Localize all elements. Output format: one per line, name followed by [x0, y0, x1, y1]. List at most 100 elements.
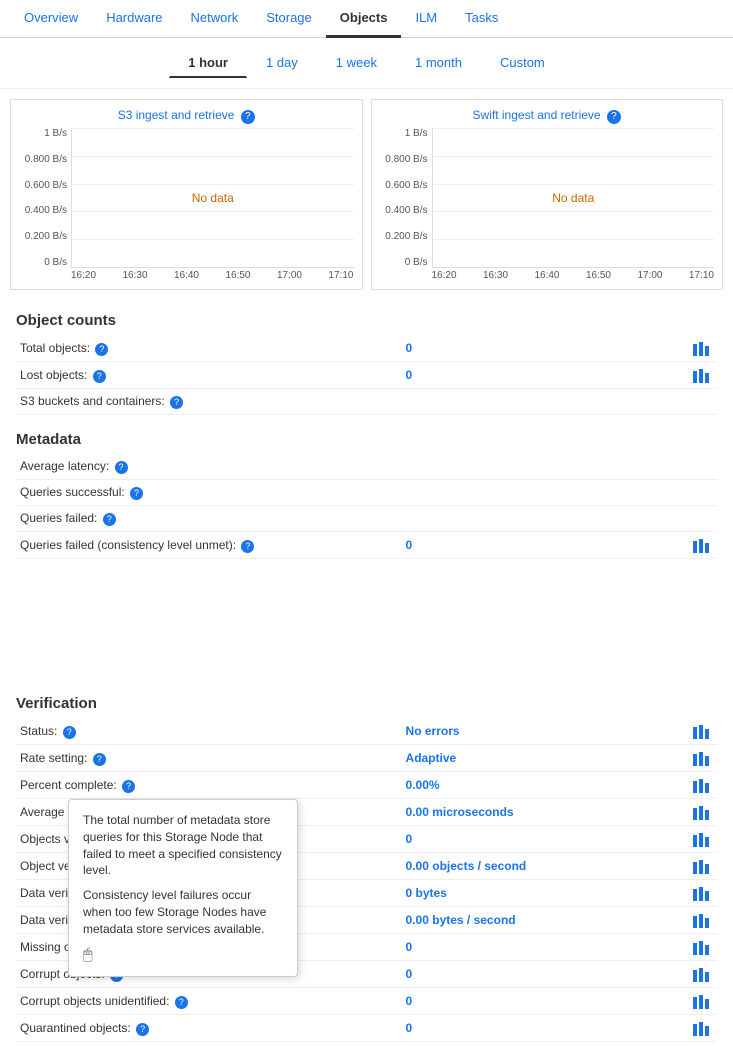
table-row: Queries failed (consistency level unmet)…	[16, 532, 717, 559]
time-range-tabs: 1 hour 1 day 1 week 1 month Custom	[0, 38, 733, 89]
object-counts-section: Object counts Total objects: ? 0 Lost ob…	[0, 300, 733, 419]
nav-network[interactable]: Network	[177, 0, 253, 38]
object-counts-table: Total objects: ? 0 Lost objects: ? 0	[16, 335, 717, 415]
queries-success-help[interactable]: ?	[130, 487, 143, 500]
avg-latency-value	[402, 454, 612, 480]
avg-stat-time-value: 0.00 microseconds	[402, 799, 612, 826]
lost-objects-label: Lost objects: ?	[16, 362, 402, 389]
tab-1day[interactable]: 1 day	[247, 48, 317, 78]
nav-tasks[interactable]: Tasks	[451, 0, 512, 38]
verification-title: Verification	[16, 695, 717, 712]
status-help[interactable]: ?	[63, 726, 76, 739]
s3-x-axis: 16:20 16:30 16:40 16:50 17:00 17:10	[19, 268, 354, 281]
percent-complete-value: 0.00%	[402, 772, 612, 799]
queries-success-value	[402, 480, 612, 506]
s3-chart: S3 ingest and retrieve ? 1 B/s 0.800 B/s…	[10, 99, 363, 290]
corrupt-objects-chart-icon[interactable]	[691, 966, 713, 982]
status-label: Status: ?	[16, 718, 402, 745]
avg-stat-time-chart-icon[interactable]	[691, 804, 713, 820]
table-row: Total objects: ? 0	[16, 335, 717, 362]
table-row: S3 buckets and containers: ?	[16, 389, 717, 415]
table-row: Queries failed: ?	[16, 506, 717, 532]
missing-objects-value: 0	[402, 934, 612, 961]
tooltip-text-2: Consistency level failures occur when to…	[83, 887, 283, 937]
swift-no-data: No data	[552, 191, 594, 205]
metadata-title: Metadata	[16, 431, 717, 448]
swift-chart-help[interactable]: ?	[607, 110, 621, 124]
s3-chart-grid: No data	[71, 128, 354, 268]
s3-buckets-value	[402, 389, 612, 415]
corrupt-objects-unidentified-help[interactable]: ?	[175, 996, 188, 1009]
metadata-table: Average latency: ? Queries successful: ?…	[16, 454, 717, 559]
avg-latency-label: Average latency: ?	[16, 454, 402, 480]
nav-overview[interactable]: Overview	[10, 0, 92, 38]
percent-complete-chart-icon[interactable]	[691, 777, 713, 793]
missing-objects-chart-icon[interactable]	[691, 939, 713, 955]
corrupt-objects-unidentified-value: 0	[402, 988, 612, 1015]
corrupt-objects-value: 0	[402, 961, 612, 988]
total-objects-help[interactable]: ?	[95, 343, 108, 356]
table-row: Average latency: ?	[16, 454, 717, 480]
rate-setting-chart-icon[interactable]	[691, 750, 713, 766]
percent-complete-help[interactable]: ?	[122, 780, 135, 793]
quarantined-objects-value: 0	[402, 1015, 612, 1042]
objects-verified-value: 0	[402, 826, 612, 853]
quarantined-objects-help[interactable]: ?	[136, 1023, 149, 1036]
avg-latency-help[interactable]: ?	[115, 461, 128, 474]
total-objects-value: 0	[402, 335, 612, 362]
rate-setting-label: Rate setting: ?	[16, 745, 402, 772]
rate-setting-value: Adaptive	[402, 745, 612, 772]
tab-custom[interactable]: Custom	[481, 48, 564, 78]
total-objects-label: Total objects: ?	[16, 335, 402, 362]
swift-y-axis: 1 B/s 0.800 B/s 0.600 B/s 0.400 B/s 0.20…	[380, 128, 432, 268]
queries-failed-consistency-label: Queries failed (consistency level unmet)…	[16, 532, 402, 559]
lost-objects-help[interactable]: ?	[93, 370, 106, 383]
table-row: Lost objects: ? 0	[16, 362, 717, 389]
table-row: Status: ? No errors	[16, 718, 717, 745]
tab-1week[interactable]: 1 week	[317, 48, 396, 78]
lost-objects-chart-icon[interactable]	[691, 367, 713, 383]
status-chart-icon[interactable]	[691, 723, 713, 739]
s3-chart-help[interactable]: ?	[241, 110, 255, 124]
lost-objects-value: 0	[402, 362, 612, 389]
quarantined-objects-chart-icon[interactable]	[691, 1020, 713, 1036]
swift-chart-grid: No data	[432, 128, 715, 268]
table-row: Percent complete: ? 0.00%	[16, 772, 717, 799]
data-verification-rate-value: 0.00 bytes / second	[402, 907, 612, 934]
queries-failed-help[interactable]: ?	[103, 513, 116, 526]
nav-hardware[interactable]: Hardware	[92, 0, 176, 38]
nav-ilm[interactable]: ILM	[401, 0, 451, 38]
nav-storage[interactable]: Storage	[252, 0, 326, 38]
object-verification-rate-value: 0.00 objects / second	[402, 853, 612, 880]
tab-1month[interactable]: 1 month	[396, 48, 481, 78]
top-nav: Overview Hardware Network Storage Object…	[0, 0, 733, 38]
objects-verified-chart-icon[interactable]	[691, 831, 713, 847]
tab-1hour[interactable]: 1 hour	[169, 48, 247, 78]
tooltip-text-1: The total number of metadata store queri…	[83, 812, 283, 879]
data-verification-rate-chart-icon[interactable]	[691, 912, 713, 928]
charts-row: S3 ingest and retrieve ? 1 B/s 0.800 B/s…	[0, 89, 733, 300]
swift-chart: Swift ingest and retrieve ? 1 B/s 0.800 …	[371, 99, 724, 290]
total-objects-chart-icon[interactable]	[691, 340, 713, 356]
object-counts-title: Object counts	[16, 312, 717, 329]
s3-y-axis: 1 B/s 0.800 B/s 0.600 B/s 0.400 B/s 0.20…	[19, 128, 71, 268]
table-row: Quarantined objects: ? 0	[16, 1015, 717, 1042]
table-row: Rate setting: ? Adaptive	[16, 745, 717, 772]
queries-failed-consistency-chart-icon[interactable]	[691, 537, 713, 553]
corrupt-objects-unidentified-label: Corrupt objects unidentified: ?	[16, 988, 402, 1015]
cursor-icon: 🖱	[83, 946, 93, 964]
status-value: No errors	[402, 718, 612, 745]
data-verified-chart-icon[interactable]	[691, 885, 713, 901]
queries-failed-consistency-value: 0	[402, 532, 612, 559]
queries-failed-label: Queries failed: ?	[16, 506, 402, 532]
s3-no-data: No data	[192, 191, 234, 205]
queries-failed-consistency-help[interactable]: ?	[241, 540, 254, 553]
object-verification-rate-chart-icon[interactable]	[691, 858, 713, 874]
s3-buckets-help[interactable]: ?	[170, 396, 183, 409]
table-row: Corrupt objects unidentified: ? 0	[16, 988, 717, 1015]
corrupt-objects-unidentified-chart-icon[interactable]	[691, 993, 713, 1009]
swift-x-axis: 16:20 16:30 16:40 16:50 17:00 17:10	[380, 268, 715, 281]
queries-failed-value	[402, 506, 612, 532]
nav-objects[interactable]: Objects	[326, 0, 402, 38]
rate-setting-help[interactable]: ?	[93, 753, 106, 766]
